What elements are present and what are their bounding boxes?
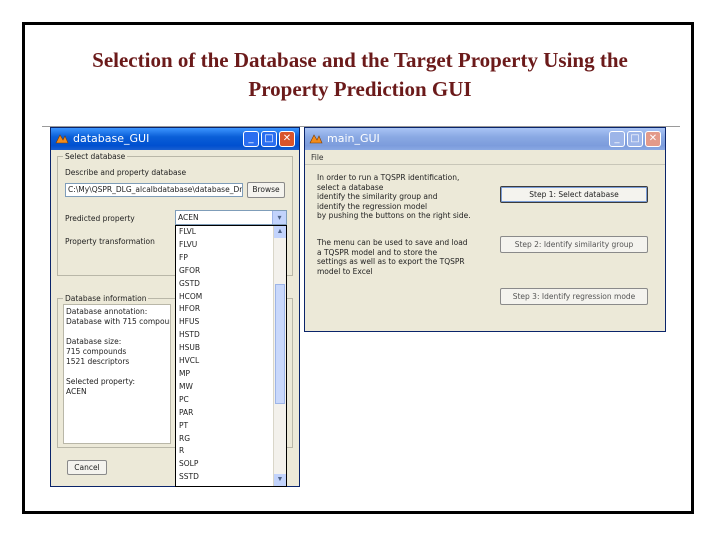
minimize-icon[interactable]: _ bbox=[243, 131, 259, 147]
info-line: Database with 715 compounds bbox=[66, 317, 170, 326]
property-option[interactable]: HSTD bbox=[176, 329, 286, 342]
instructions-block-2: The menu can be used to save and load a … bbox=[317, 238, 468, 276]
property-option[interactable]: PC bbox=[176, 394, 286, 407]
minimize-icon[interactable]: _ bbox=[609, 131, 625, 147]
cancel-button[interactable]: Cancel bbox=[67, 460, 107, 475]
property-option[interactable]: FP bbox=[176, 252, 286, 265]
predicted-property-select[interactable]: ACEN ▾ bbox=[175, 210, 287, 225]
instruction-line: In order to run a TQSPR identification, bbox=[317, 173, 460, 182]
info-line: 715 compounds bbox=[66, 347, 127, 356]
instruction-line: identify the regression model bbox=[317, 201, 428, 211]
close-icon[interactable]: ✕ bbox=[279, 131, 295, 147]
main-gui-title: main_GUI bbox=[327, 132, 380, 145]
dropdown-scrollbar[interactable]: ▲ ▼ bbox=[273, 226, 286, 486]
property-option[interactable]: HSUB bbox=[176, 342, 286, 355]
scroll-up-arrow-icon[interactable]: ▲ bbox=[274, 226, 286, 238]
close-icon[interactable]: ✕ bbox=[645, 131, 661, 147]
instruction-line: by pushing the buttons on the right side… bbox=[317, 211, 471, 220]
database-information-label: Database information bbox=[63, 294, 149, 303]
property-option[interactable]: R bbox=[176, 445, 286, 458]
property-option[interactable]: SOLP bbox=[176, 458, 286, 471]
browse-button[interactable]: Browse bbox=[247, 182, 285, 198]
instruction-line: settings as well as to export the TQSPR bbox=[317, 257, 465, 266]
slide-title-line-1: Selection of the Database and the Target… bbox=[92, 48, 628, 72]
gui-screenshot: main_GUI _ □ ✕ File In order to run a TQ… bbox=[42, 125, 680, 487]
step2-similarity-group-button[interactable]: Step 2: Identify similarity group bbox=[500, 236, 648, 253]
menu-file[interactable]: File bbox=[311, 153, 324, 162]
property-option[interactable]: GFOR bbox=[176, 265, 286, 278]
scroll-down-arrow-icon[interactable]: ▼ bbox=[274, 474, 286, 486]
maximize-icon[interactable]: □ bbox=[261, 131, 277, 147]
property-option[interactable]: PT bbox=[176, 420, 286, 433]
instruction-line: a TQSPR model and to store the bbox=[317, 247, 438, 257]
database-path-field[interactable]: C:\My\QSPR_DLG_alcalbdatabase\database_D… bbox=[65, 183, 243, 197]
info-line bbox=[66, 327, 168, 337]
describe-label: Describe and property database bbox=[65, 168, 187, 177]
scroll-thumb[interactable] bbox=[275, 284, 285, 404]
instruction-line: model to Excel bbox=[317, 266, 373, 276]
property-option[interactable]: SSTD bbox=[176, 471, 286, 484]
property-option[interactable]: HFUS bbox=[176, 316, 286, 329]
property-dropdown-list[interactable]: FLVL FLVU FP GFOR GSTD HCOM HFOR HFUS HSTD HSUB HV… bbox=[175, 225, 287, 487]
main-gui-window: main_GUI _ □ ✕ File In order to run a TQ… bbox=[304, 127, 666, 332]
selected-property-value: ACEN bbox=[178, 213, 199, 222]
database-gui-title: database_GUI bbox=[73, 132, 150, 145]
instruction-line: identify the similarity group and bbox=[317, 192, 438, 201]
chevron-down-icon[interactable]: ▾ bbox=[272, 211, 286, 224]
property-option[interactable]: HVCL bbox=[176, 355, 286, 368]
matlab-icon bbox=[309, 134, 323, 144]
property-option[interactable]: MP bbox=[176, 368, 286, 381]
slide-title-line-2: Property Prediction GUI bbox=[248, 77, 472, 101]
info-line: Database annotation: bbox=[66, 307, 148, 316]
database-information-text: Database annotation: Database with 715 c… bbox=[63, 304, 171, 444]
select-database-group-label: Select database bbox=[63, 152, 128, 161]
step3-regression-model-button[interactable]: Step 3: Identify regression mode bbox=[500, 288, 648, 305]
property-option[interactable]: HFOR bbox=[176, 303, 286, 316]
instructions-block-1: In order to run a TQSPR identification, … bbox=[317, 173, 471, 221]
slide-title: Selection of the Database and the Target… bbox=[25, 46, 695, 104]
matlab-icon bbox=[55, 134, 69, 144]
property-option[interactable]: FLVL bbox=[176, 226, 286, 239]
property-option[interactable]: HCOM bbox=[176, 291, 286, 304]
instruction-line: The menu can be used to save and load bbox=[317, 238, 468, 247]
info-line: 1521 descriptors bbox=[66, 357, 130, 366]
property-option[interactable]: FLVU bbox=[176, 239, 286, 252]
instruction-line: select a database bbox=[317, 182, 384, 192]
step1-select-database-button[interactable]: Step 1: Select database bbox=[500, 186, 648, 203]
database-gui-titlebar[interactable]: database_GUI _ □ ✕ bbox=[51, 128, 299, 150]
info-line: Selected property: bbox=[66, 377, 135, 386]
info-line bbox=[66, 367, 168, 377]
property-options: FLVL FLVU FP GFOR GSTD HCOM HFOR HFUS HSTD HSUB HV… bbox=[176, 226, 286, 484]
property-transformation-label: Property transformation bbox=[65, 237, 155, 246]
predicted-property-label: Predicted property bbox=[65, 214, 135, 223]
main-gui-titlebar[interactable]: main_GUI _ □ ✕ bbox=[305, 128, 665, 150]
property-option[interactable]: GSTD bbox=[176, 278, 286, 291]
maximize-icon[interactable]: □ bbox=[627, 131, 643, 147]
property-option[interactable]: PAR bbox=[176, 407, 286, 420]
property-option[interactable]: MW bbox=[176, 381, 286, 394]
info-line: ACEN bbox=[66, 387, 87, 396]
menu-divider bbox=[305, 164, 665, 165]
property-option[interactable]: RG bbox=[176, 433, 286, 446]
database-gui-window: database_GUI _ □ ✕ Select database Descr… bbox=[50, 127, 300, 487]
info-line: Database size: bbox=[66, 337, 122, 346]
